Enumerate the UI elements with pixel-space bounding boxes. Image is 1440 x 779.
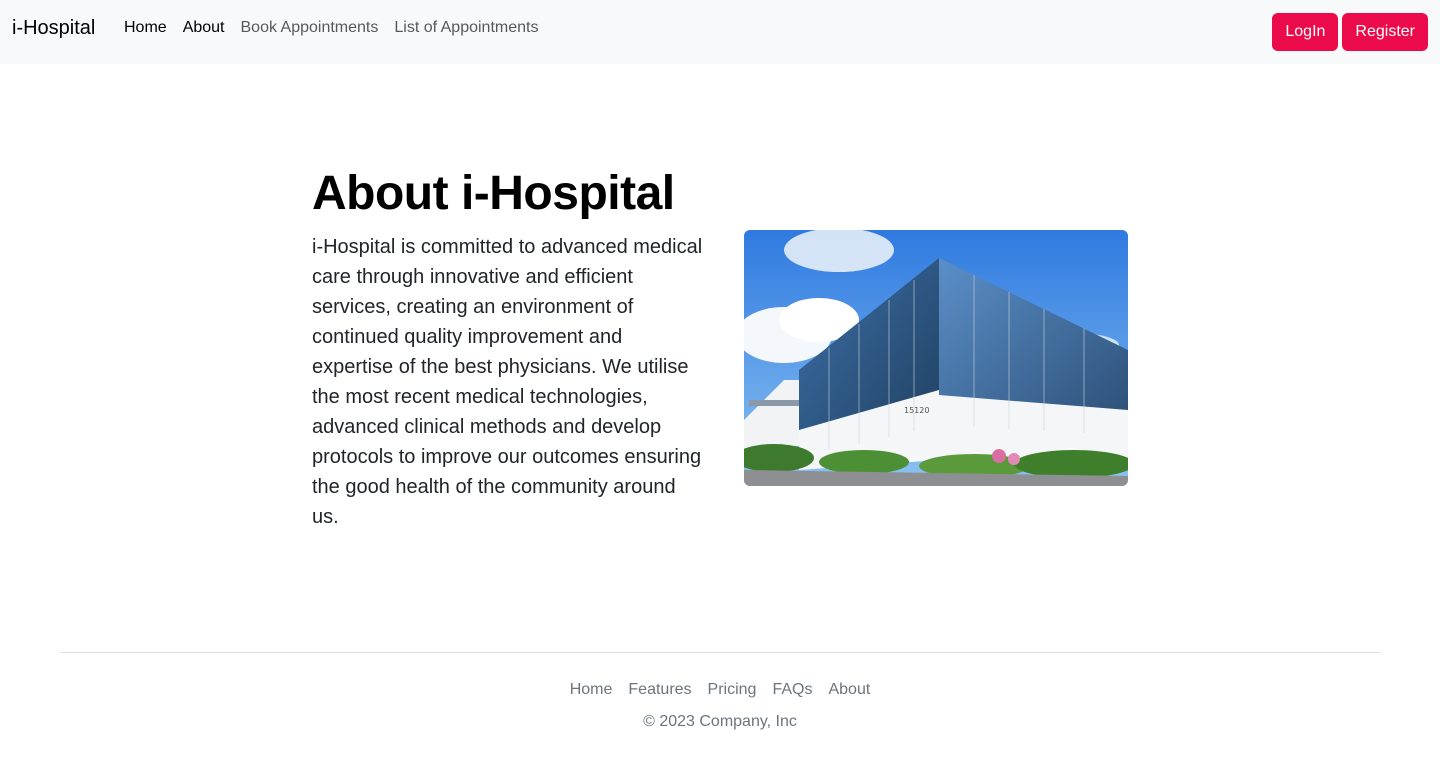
footer-link-faqs[interactable]: FAQs — [764, 678, 820, 702]
nav-link-book-appointments[interactable]: Book Appointments — [233, 16, 387, 40]
building-number-text: 15120 — [904, 406, 929, 415]
footer-divider — [60, 652, 1381, 653]
auth-buttons: LogIn Register — [1272, 13, 1428, 51]
footer-link-about[interactable]: About — [820, 678, 878, 702]
about-paragraph: i-Hospital is committed to advanced medi… — [312, 236, 703, 528]
login-button[interactable]: LogIn — [1272, 13, 1339, 51]
nav-link-list-of-appointments[interactable]: List of Appointments — [386, 16, 546, 40]
nav-link-about[interactable]: About — [175, 16, 233, 40]
hospital-building-illustration: 15120 — [744, 230, 1128, 486]
hospital-building-photo: 15120 — [744, 230, 1128, 486]
navbar: i-Hospital Home About Book Appointments … — [0, 0, 1440, 64]
footer-link-home[interactable]: Home — [562, 678, 621, 702]
nav-link-home[interactable]: Home — [116, 16, 175, 40]
footer-nav: Home Features Pricing FAQs About — [0, 678, 1440, 702]
footer-link-pricing[interactable]: Pricing — [700, 678, 765, 702]
register-button[interactable]: Register — [1342, 13, 1428, 51]
footer-link-features[interactable]: Features — [620, 678, 699, 702]
brand-logo[interactable]: i-Hospital — [12, 15, 95, 41]
copyright-text: © 2023 Company, Inc — [643, 713, 797, 730]
page-title: About i-Hospital — [312, 167, 675, 220]
nav-links: Home About Book Appointments List of App… — [116, 16, 546, 40]
